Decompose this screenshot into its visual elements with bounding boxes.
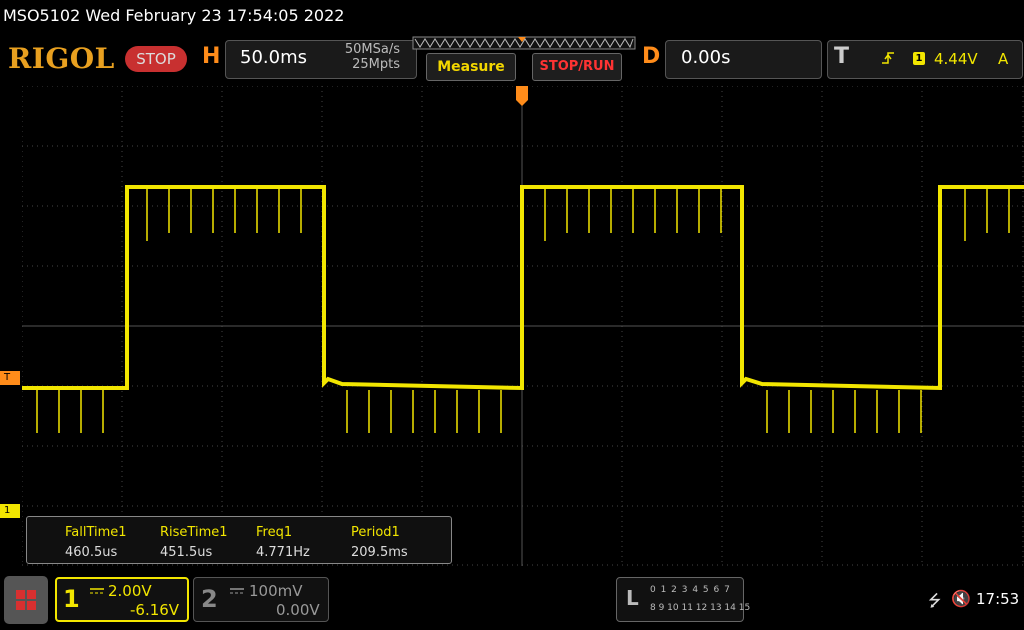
- waveform-display[interactable]: [22, 86, 1024, 566]
- channel2-offset: 0.00V: [276, 601, 320, 619]
- measurement-panel[interactable]: FallTime1 460.5us RiseTime1 451.5us Freq…: [26, 516, 452, 564]
- title-bar: MSO5102 Wed February 23 17:54:05 2022: [0, 0, 1024, 34]
- speaker-muted-icon[interactable]: 🔇: [951, 589, 971, 608]
- window-title: MSO5102 Wed February 23 17:54:05 2022: [3, 6, 345, 25]
- grid-menu-icon: [16, 590, 36, 610]
- rising-edge-icon: [882, 52, 894, 64]
- usb-icon: ⭍: [928, 591, 942, 610]
- channel1-trace: [22, 185, 1024, 391]
- measurement-value: 209.5ms: [351, 545, 408, 560]
- measurement-label: Period1: [351, 525, 400, 540]
- channel1-scale: 2.00V: [108, 582, 152, 600]
- trigger-source-badge: 1: [913, 52, 925, 65]
- measure-button[interactable]: Measure: [426, 53, 516, 81]
- trigger-panel[interactable]: [827, 40, 1023, 79]
- channel2-scale: 100mV: [249, 582, 303, 600]
- measurement-label: Freq1: [256, 525, 293, 540]
- timebase-value: 50.0ms: [240, 47, 307, 68]
- memory-overview-bar[interactable]: [412, 36, 636, 50]
- measurement-value: 4.771Hz: [256, 545, 310, 560]
- measurement-label: RiseTime1: [160, 525, 228, 540]
- rigol-logo: RIGOL: [8, 42, 115, 75]
- logic-letter: L: [626, 586, 639, 610]
- clock: 17:53: [976, 590, 1020, 608]
- main-menu-button[interactable]: [4, 576, 48, 624]
- horizontal-letter: H: [202, 44, 221, 69]
- logic-channels-high: 8 9 10 11 12 13 14 15: [650, 603, 751, 613]
- dc-coupling-icon: [90, 588, 104, 594]
- channel2-number: 2: [201, 585, 218, 613]
- memory-depth: 25Mpts: [352, 57, 400, 72]
- trigger-mode: A: [998, 50, 1009, 68]
- measurement-period: Period1 209.5ms: [351, 525, 408, 560]
- delay-value: 0.00s: [681, 47, 731, 68]
- acquisition-info: 50MSa/s 25Mpts: [332, 42, 400, 72]
- measurement-frequency: Freq1 4.771Hz: [256, 525, 310, 560]
- delay-letter: D: [642, 44, 661, 69]
- trigger-level: 4.44V: [934, 50, 978, 68]
- trigger-position-icon: [516, 86, 528, 106]
- measurement-fall-time: FallTime1 460.5us: [65, 525, 127, 560]
- measurement-rise-time: RiseTime1 451.5us: [160, 525, 228, 560]
- run-state-badge[interactable]: STOP: [125, 46, 187, 72]
- stop-run-button[interactable]: STOP/RUN: [532, 53, 622, 81]
- measurement-value: 451.5us: [160, 545, 213, 560]
- channel1-ground-marker[interactable]: 1: [0, 504, 20, 518]
- logic-channels-low: 0 1 2 3 4 5 6 7: [650, 585, 731, 595]
- channel1-offset: -6.16V: [130, 601, 180, 619]
- dc-coupling-icon: [230, 588, 244, 594]
- measurement-label: FallTime1: [65, 525, 127, 540]
- trigger-letter: T: [834, 44, 850, 69]
- channel1-number: 1: [63, 585, 80, 613]
- sample-rate: 50MSa/s: [344, 42, 400, 57]
- trigger-level-marker[interactable]: T: [0, 371, 20, 385]
- measurement-value: 460.5us: [65, 545, 118, 560]
